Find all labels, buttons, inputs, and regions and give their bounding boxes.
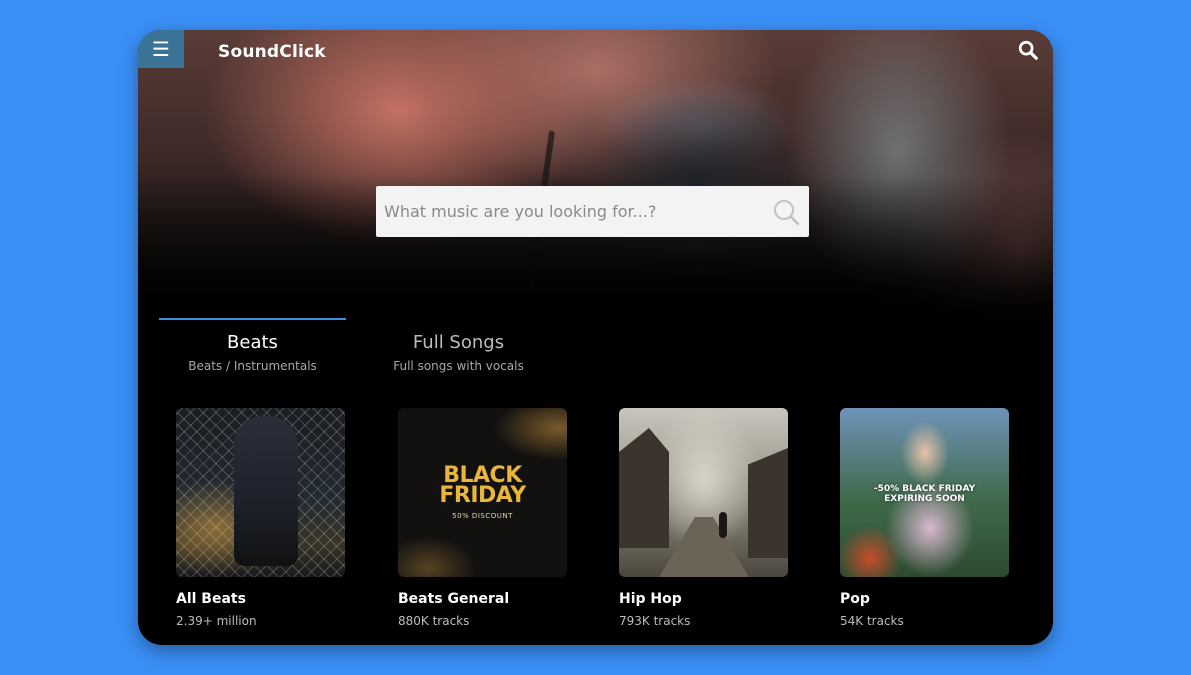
hero-shade [138,30,1053,320]
walking-figure [719,512,727,538]
brand-logo[interactable]: SoundClick [218,42,326,62]
tab-full-songs[interactable]: Full Songs Full songs with vocals [365,318,552,378]
category-title[interactable]: Beats General [398,591,568,607]
music-search-box [376,186,809,237]
category-thumbnail[interactable]: BLACK FRIDAY 50% DISCOUNT [398,408,567,577]
black-friday-art-text: BLACK FRIDAY [439,462,526,508]
category-count: 793K tracks [619,614,691,628]
search-submit-icon[interactable] [771,197,801,227]
category-thumbnail[interactable] [619,408,788,577]
menu-button[interactable]: ☰ [138,30,184,68]
search-icon[interactable] [1017,39,1039,61]
tab-beats-subtitle: Beats / Instrumentals [188,359,317,373]
discount-art-text: 50% DISCOUNT [452,511,513,520]
app-window: ☰ SoundClick Beats Beats / Instrumentals… [138,30,1053,645]
category-count: 2.39+ million [176,614,257,628]
promo-art-text: -50% BLACK FRIDAY EXPIRING SOON [873,484,976,504]
category-card-all-beats[interactable]: All Beats 2.39+ million [176,408,346,628]
ruined-house [619,428,669,548]
category-card-hip-hop[interactable]: Hip Hop 793K tracks [619,408,789,628]
category-card-pop[interactable]: -50% BLACK FRIDAY EXPIRING SOON Pop 54K … [840,408,1010,628]
tab-full-songs-subtitle: Full songs with vocals [393,359,524,373]
music-search-input[interactable] [376,186,771,237]
tab-beats-title: Beats [227,332,278,353]
category-thumbnail[interactable] [176,408,345,577]
tab-full-songs-title: Full Songs [412,332,505,353]
category-card-beats-general[interactable]: BLACK FRIDAY 50% DISCOUNT Beats General … [398,408,568,628]
hamburger-menu-icon: ☰ [152,37,170,61]
road [659,517,749,577]
tab-beats[interactable]: Beats Beats / Instrumentals [159,318,346,380]
ruined-house [748,448,788,558]
category-thumbnail[interactable]: -50% BLACK FRIDAY EXPIRING SOON [840,408,1009,577]
category-title[interactable]: Pop [840,591,1010,607]
artist-figure [234,416,298,566]
category-count: 54K tracks [840,614,904,628]
category-count: 880K tracks [398,614,470,628]
category-title[interactable]: All Beats [176,591,346,607]
category-title[interactable]: Hip Hop [619,591,789,607]
